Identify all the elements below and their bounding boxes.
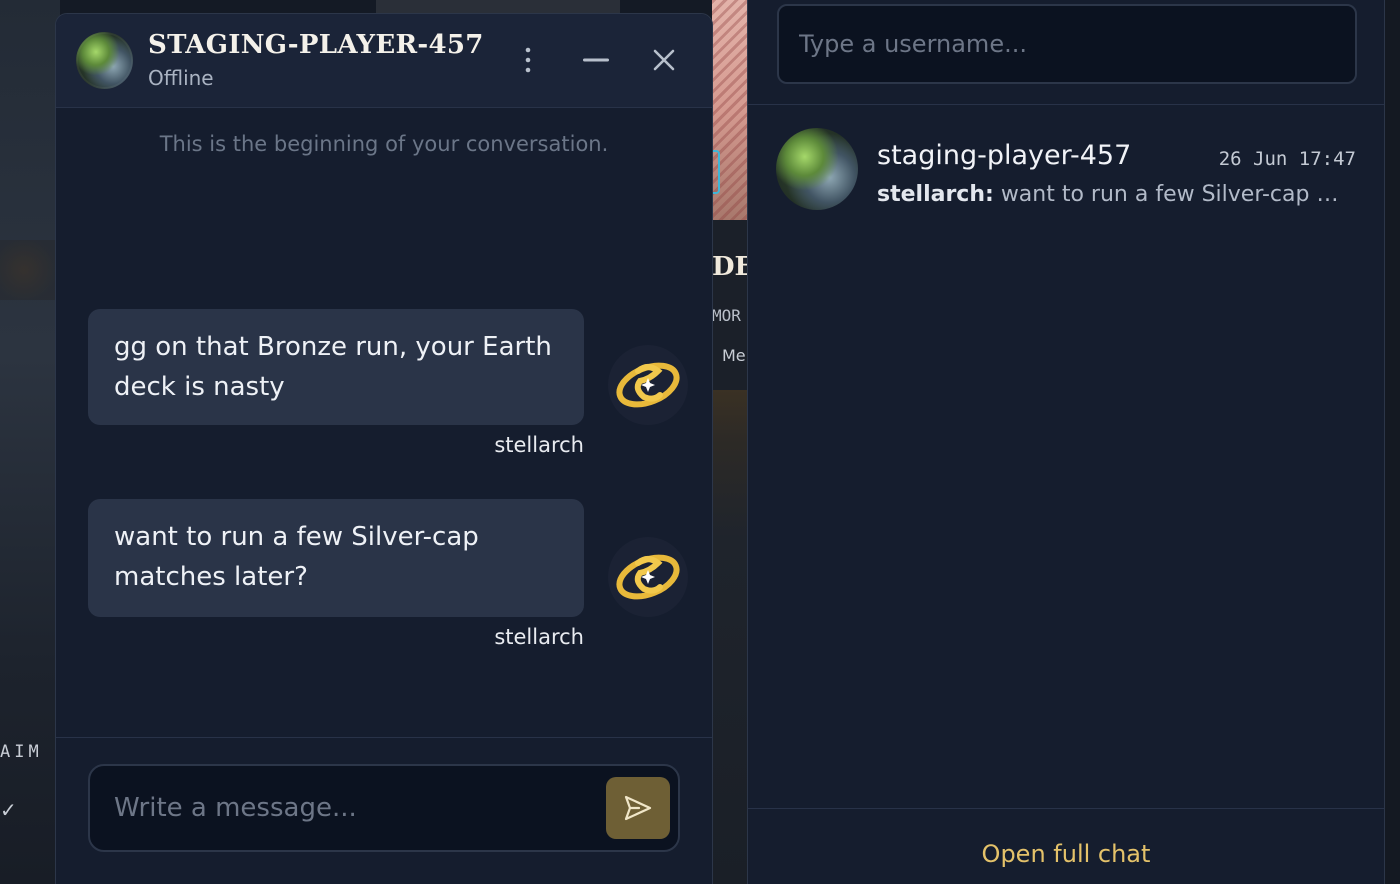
conversations-panel: staging-player-457 26 Jun 17:47 stellarc… (747, 0, 1385, 884)
message-author: stellarch (494, 625, 584, 649)
background-card-me: Me (722, 346, 746, 365)
right-edge (1385, 0, 1400, 884)
message-author: stellarch (494, 433, 584, 457)
minimize-icon (583, 58, 609, 62)
stellarch-logo-icon (616, 362, 680, 408)
message-composer (88, 764, 680, 852)
more-options-button[interactable] (508, 40, 548, 80)
panel-footer: Open full chat (748, 808, 1384, 884)
stellarch-logo-icon (616, 554, 680, 600)
more-vertical-icon (525, 47, 531, 73)
conversation-item[interactable]: staging-player-457 26 Jun 17:47 stellarc… (748, 120, 1384, 220)
message-row: gg on that Bronze run, your Earth deck i… (88, 309, 688, 469)
username-search-input[interactable] (777, 4, 1357, 84)
conversation-start-note: This is the beginning of your conversati… (159, 132, 609, 156)
background-card-title: DE- (712, 252, 748, 282)
background-check-icon: ✓ (0, 798, 17, 822)
chat-window: STAGING-PLAYER-457 Offline This is the b… (55, 13, 713, 884)
background-top-banner (376, 0, 620, 14)
chat-header: STAGING-PLAYER-457 Offline (56, 14, 712, 108)
player-avatar (76, 32, 133, 89)
background-left-art (0, 240, 60, 300)
chat-status: Offline (148, 66, 214, 90)
open-full-chat-link[interactable]: Open full chat (982, 840, 1151, 868)
close-button[interactable] (644, 40, 684, 80)
conversation-avatar (776, 128, 858, 210)
conversation-preview: stellarch: want to run a few Silver-cap … (877, 182, 1359, 207)
background-claim-text: AIM (0, 742, 43, 762)
chat-title: STAGING-PLAYER-457 (148, 30, 484, 60)
message-bubble: want to run a few Silver-cap matches lat… (88, 499, 584, 617)
self-avatar (608, 537, 688, 617)
send-button[interactable] (606, 777, 670, 839)
message-list[interactable]: This is the beginning of your conversati… (56, 108, 712, 737)
send-icon (624, 795, 652, 821)
message-bubble: gg on that Bronze run, your Earth deck i… (88, 309, 584, 425)
message-input[interactable] (90, 766, 590, 850)
preview-text: want to run a few Silver-cap mat... (1000, 182, 1359, 207)
background-mid-panel (712, 390, 748, 884)
username-search (748, 0, 1384, 105)
background-card-more: MOR (712, 306, 741, 325)
background-card-highlight (712, 150, 720, 194)
minimize-button[interactable] (576, 40, 616, 80)
message-row: want to run a few Silver-cap matches lat… (88, 499, 688, 659)
close-icon (653, 49, 675, 71)
chat-footer (56, 737, 712, 884)
self-avatar (608, 345, 688, 425)
preview-author: stellarch: (877, 182, 994, 207)
conversation-time: 26 Jun 17:47 (1218, 148, 1356, 170)
conversation-name: staging-player-457 (877, 140, 1132, 171)
